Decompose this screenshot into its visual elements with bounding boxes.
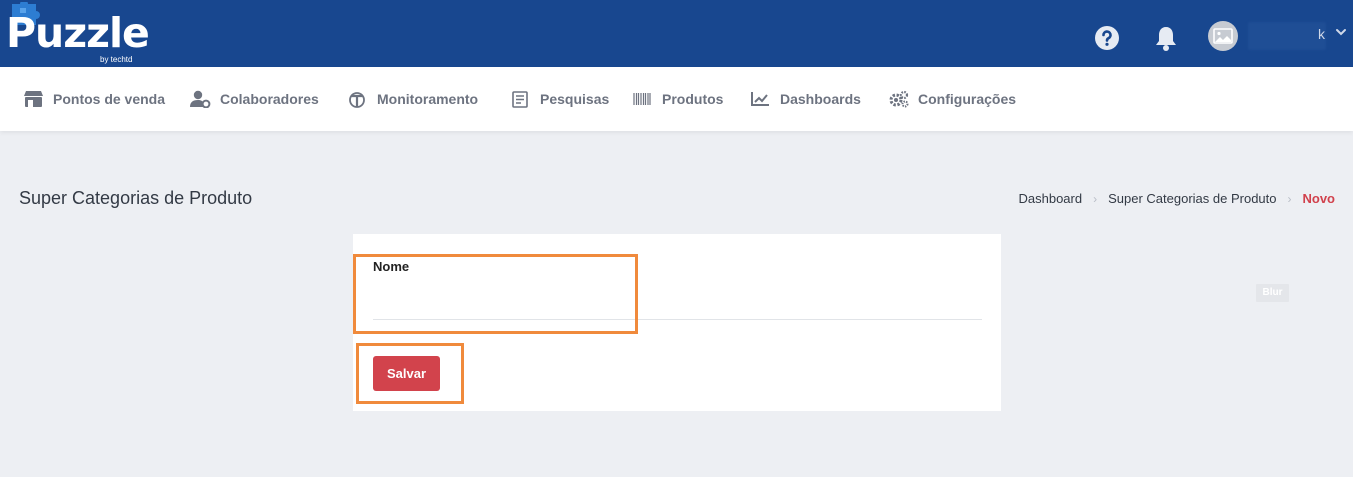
nav-item-colaboradores[interactable]: Colaboradores <box>190 67 319 131</box>
nav-label: Colaboradores <box>220 91 319 107</box>
nav-label: Produtos <box>662 91 724 107</box>
breadcrumb-current: Novo <box>1302 191 1336 206</box>
user-gear-icon <box>190 90 211 108</box>
username[interactable] <box>1248 22 1326 50</box>
nav-item-dashboards[interactable]: Dashboards <box>750 67 861 131</box>
breadcrumb-separator-icon: › <box>1093 191 1098 206</box>
top-bar: Puzzle by techtd k <box>0 0 1353 67</box>
line-chart-icon <box>751 92 769 106</box>
main-nav: Pontos de venda Colaboradores Monitorame… <box>0 67 1353 131</box>
breadcrumb-separator-icon: › <box>1287 191 1292 206</box>
store-icon <box>24 91 43 107</box>
question-circle-icon[interactable] <box>1094 25 1120 51</box>
nav-label: Pontos de venda <box>53 91 166 107</box>
avatar[interactable] <box>1208 21 1238 51</box>
nav-item-pesquisas[interactable]: Pesquisas <box>510 67 609 131</box>
highlight-name-field <box>353 254 638 334</box>
puzzle-logo[interactable]: Puzzle by techtd <box>4 2 154 66</box>
logo-subtitle: by techtd <box>100 55 133 64</box>
image-placeholder-icon <box>1213 28 1233 44</box>
nav-item-configuracoes[interactable]: Configurações <box>888 67 1016 131</box>
nav-label: Configurações <box>918 91 1017 107</box>
logo-text: Puzzle <box>6 9 150 57</box>
chevron-down-icon[interactable] <box>1334 25 1348 39</box>
breadcrumb-dashboard[interactable]: Dashboard <box>1019 191 1083 206</box>
breadcrumb-super-categorias[interactable]: Super Categorias de Produto <box>1108 191 1276 206</box>
highlight-save-button <box>356 343 464 404</box>
page-title: Super Categorias de Produto <box>19 188 253 208</box>
gears-icon <box>889 90 909 108</box>
nav-label: Pesquisas <box>540 91 610 107</box>
barcode-icon <box>633 93 651 105</box>
nav-item-produtos[interactable]: Produtos <box>632 67 723 131</box>
nav-item-pontos-de-venda[interactable]: Pontos de venda <box>23 67 165 131</box>
username-tail: k <box>1318 26 1325 42</box>
bell-icon[interactable] <box>1153 24 1179 52</box>
monitor-icon <box>349 92 365 108</box>
breadcrumb: Dashboard › Super Categorias de Produto … <box>1019 191 1336 206</box>
survey-icon <box>512 91 528 108</box>
nav-label: Dashboards <box>780 91 861 107</box>
blur-tag: Blur <box>1256 284 1289 302</box>
nav-item-monitoramento[interactable]: Monitoramento <box>347 67 478 131</box>
nav-label: Monitoramento <box>377 91 479 107</box>
